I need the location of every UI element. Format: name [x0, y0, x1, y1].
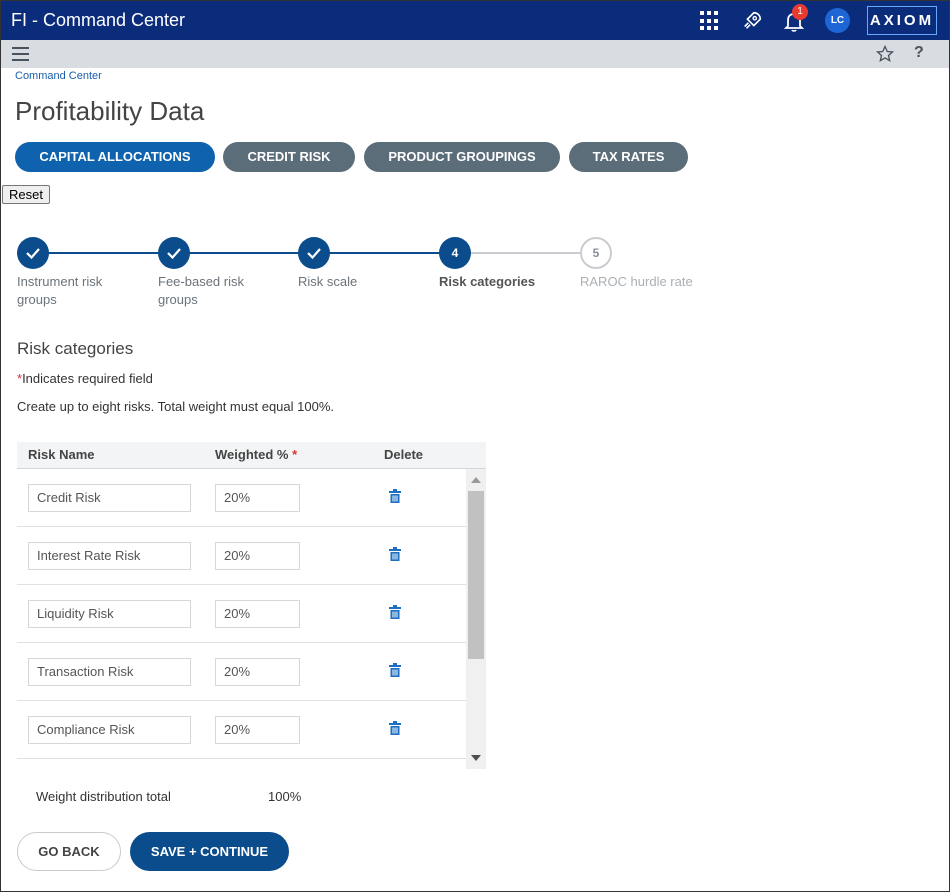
table-row: Credit Risk 20% [17, 469, 466, 527]
trash-icon[interactable] [389, 489, 401, 503]
step-4-label: Risk categories [439, 274, 536, 289]
step-3-check-icon[interactable] [298, 237, 330, 269]
trash-icon[interactable] [389, 547, 401, 561]
header-delete: Delete [384, 447, 424, 462]
app-title: FI - Command Center [11, 10, 186, 30]
sub-bar: ? [1, 40, 949, 68]
weight-input[interactable]: 20% [215, 542, 300, 570]
step-2-check-icon[interactable] [158, 237, 190, 269]
header-weighted-label: Weighted % [215, 447, 289, 462]
star-icon[interactable] [875, 44, 895, 64]
risk-name-input[interactable]: Compliance Risk [28, 716, 191, 744]
table-row: Interest Rate Risk 20% [17, 527, 466, 585]
trash-icon[interactable] [389, 663, 401, 677]
step-5-circle[interactable]: 5 [580, 237, 612, 269]
table-scrollbar[interactable] [466, 469, 486, 769]
weight-input[interactable]: 20% [215, 658, 300, 686]
step-5-label: RAROC hurdle rate [580, 274, 693, 289]
save-continue-button[interactable]: SAVE + CONTINUE [130, 832, 289, 871]
header-weighted: Weighted % * [215, 447, 297, 462]
weight-total-value: 100% [268, 789, 302, 804]
instructions: Create up to eight risks. Total weight m… [17, 399, 334, 414]
weight-input[interactable]: 20% [215, 484, 300, 512]
step-4-circle[interactable]: 4 [439, 237, 471, 269]
step-3-label: Risk scale [298, 274, 358, 289]
risk-name-input[interactable]: Transaction Risk [28, 658, 191, 686]
tab-tax-rates[interactable]: TAX RATES [569, 142, 688, 172]
menu-icon[interactable] [12, 47, 29, 61]
app-window: FI - Command Center 1 LC AXIOM ? Command… [0, 0, 950, 892]
page-title: Profitability Data [15, 96, 205, 126]
risk-name-input[interactable]: Interest Rate Risk [28, 542, 191, 570]
required-note: *Indicates required field [17, 371, 153, 386]
trash-icon[interactable] [389, 721, 401, 735]
weight-input[interactable]: 20% [215, 600, 300, 628]
app-launcher-icon[interactable] [700, 11, 720, 31]
weight-total-label: Weight distribution total [36, 789, 171, 804]
table-header: Risk Name Weighted % * Delete [17, 442, 486, 469]
tab-credit-risk[interactable]: CREDIT RISK [223, 142, 355, 172]
step-1-label: Instrument risk groups [17, 274, 103, 307]
risk-name-input[interactable]: Liquidity Risk [28, 600, 191, 628]
go-back-button[interactable]: GO BACK [17, 832, 121, 871]
tab-capital-allocations[interactable]: CAPITAL ALLOCATIONS [15, 142, 215, 172]
help-icon[interactable]: ? [914, 44, 924, 62]
step-2-label: Fee-based risk groups [158, 274, 244, 307]
stepper-line-completed [33, 252, 439, 254]
table-row: Compliance Risk 20% [17, 701, 466, 759]
required-note-text: Indicates required field [22, 371, 153, 386]
notification-badge: 1 [792, 4, 808, 20]
header-risk-name: Risk Name [28, 447, 95, 462]
step-1-check-icon[interactable] [17, 237, 49, 269]
user-avatar[interactable]: LC [825, 8, 850, 33]
reset-button[interactable]: Reset [2, 185, 50, 204]
trash-icon[interactable] [389, 605, 401, 619]
breadcrumb[interactable]: Command Center [15, 70, 102, 82]
stepper-line-pending [471, 252, 581, 254]
scroll-down-arrow-icon[interactable] [471, 755, 481, 761]
rocket-icon[interactable] [741, 10, 763, 32]
risk-table-body: Credit Risk 20% Interest Rate Risk 20% L… [17, 469, 486, 769]
header-required-asterisk: * [292, 447, 298, 462]
top-bar: FI - Command Center 1 LC AXIOM [1, 1, 949, 40]
weight-input[interactable]: 20% [215, 716, 300, 744]
table-row: Liquidity Risk 20% [17, 585, 466, 643]
tab-product-groupings[interactable]: PRODUCT GROUPINGS [364, 142, 560, 172]
scroll-up-arrow-icon[interactable] [471, 477, 481, 483]
risk-name-input[interactable]: Credit Risk [28, 484, 191, 512]
table-row: Transaction Risk 20% [17, 643, 466, 701]
section-title: Risk categories [17, 339, 134, 358]
scroll-thumb[interactable] [468, 491, 484, 659]
axiom-logo: AXIOM [867, 6, 937, 35]
